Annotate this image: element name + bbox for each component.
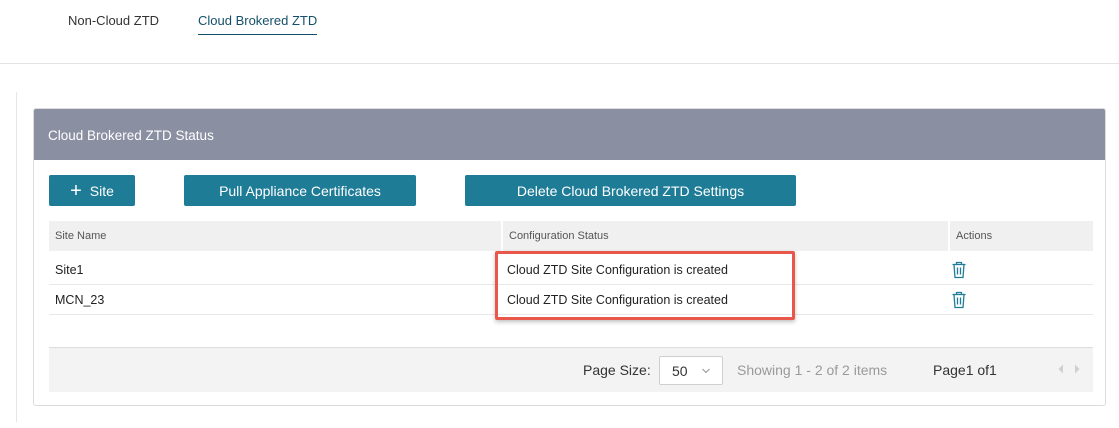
delete-cloud-brokered-ztd-settings-button[interactable]: Delete Cloud Brokered ZTD Settings (465, 175, 796, 206)
page-indicator: Page1 of1 (933, 362, 997, 378)
highlight-box (495, 251, 795, 320)
ztd-status-panel: Cloud Brokered ZTD Status + Site Pull Ap… (33, 108, 1106, 406)
divider (16, 92, 17, 422)
site-name-cell: Site1 (55, 263, 84, 277)
pull-appliance-certificates-button[interactable]: Pull Appliance Certificates (184, 175, 416, 206)
tab-cloud-brokered-ztd[interactable]: Cloud Brokered ZTD (198, 13, 318, 35)
chevron-down-icon (702, 368, 710, 374)
table-header: Site Name Configuration Status Actions (49, 221, 1093, 251)
tab-non-cloud-ztd[interactable]: Non-Cloud ZTD (68, 13, 159, 34)
page-size-select[interactable]: 50 (659, 356, 723, 385)
previous-page-icon[interactable] (1057, 364, 1065, 374)
panel-title: Cloud Brokered ZTD Status (34, 109, 1105, 160)
page-size-value: 50 (672, 363, 688, 379)
add-site-label: Site (89, 182, 114, 199)
trash-icon[interactable] (951, 291, 967, 309)
add-site-button[interactable]: + Site (49, 175, 135, 206)
pagination-bar: Page Size: 50 Showing 1 - 2 of 2 items P… (49, 347, 1093, 392)
showing-items-text: Showing 1 - 2 of 2 items (737, 362, 888, 378)
site-name-cell: MCN_23 (55, 293, 105, 307)
page-size-label: Page Size: (583, 362, 651, 378)
column-header-site-name[interactable]: Site Name (49, 221, 499, 251)
tab-bar: Non-Cloud ZTD Cloud Brokered ZTD (0, 0, 1119, 64)
column-header-configuration-status[interactable]: Configuration Status (501, 221, 948, 251)
next-page-icon[interactable] (1073, 364, 1081, 374)
column-header-actions: Actions (948, 221, 1093, 251)
trash-icon[interactable] (951, 261, 967, 279)
plus-icon: + (70, 179, 82, 202)
